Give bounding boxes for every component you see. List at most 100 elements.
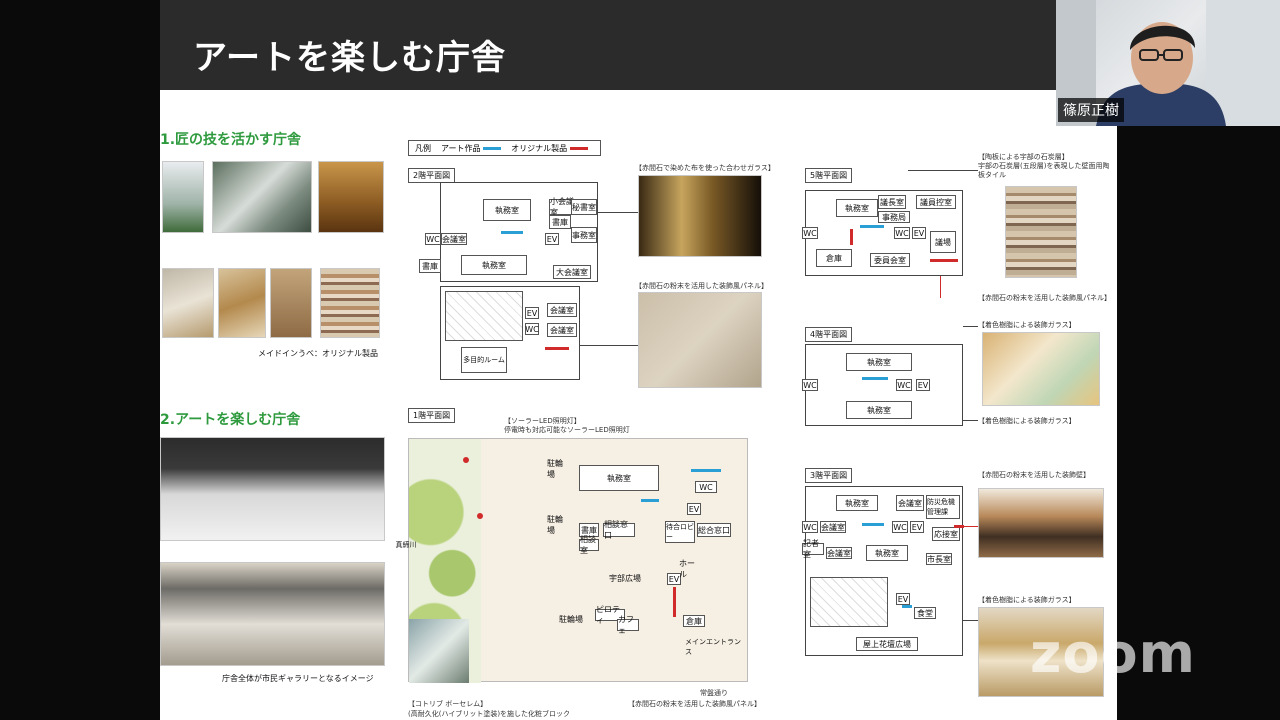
room: 執務室	[866, 545, 908, 561]
leader-line	[598, 212, 638, 213]
room: WC	[525, 323, 539, 335]
floor2-plan-lower: 会議室 EV WC 会議室 多目的ルーム	[440, 286, 580, 380]
room: 議員控室	[916, 195, 956, 209]
art-marker	[862, 523, 884, 526]
section1-heading: 1.匠の技を活かす庁舎	[160, 132, 302, 148]
floor1-note-panel: 【赤間石の粉末を活用した装飾風パネル】	[628, 700, 761, 708]
coal-layer-tile-photo	[1005, 186, 1077, 278]
room: 執務室	[461, 255, 527, 275]
room: EV	[910, 521, 924, 533]
leader-line	[580, 345, 638, 346]
slide-header: アートを楽しむ庁舎	[160, 0, 1117, 90]
room: 相談窓口	[603, 520, 635, 540]
floor2-note-panel: 【赤間石の粉末を活用した装飾風パネル】	[635, 282, 768, 290]
legend-blue-swatch	[483, 146, 502, 150]
laminated-glass-photo	[638, 175, 762, 257]
ceramic-photo	[270, 268, 312, 338]
room: WC	[425, 233, 441, 245]
room: 大会議室	[553, 265, 591, 279]
leader-line	[963, 326, 978, 327]
zoom-meeting-window: アートを楽しむ庁舎 1.匠の技を活かす庁舎 メイドインうべ：オリジナル製品 2.…	[0, 0, 1280, 720]
section2-caption: 庁舎全体が市民ギャラリーとなるイメージ	[222, 674, 374, 683]
room: 事務局	[878, 211, 910, 223]
floor4-plan: 執務室 WC WC EV 執務室	[802, 344, 963, 426]
room: 会議室	[826, 547, 852, 559]
room: 倉庫	[683, 615, 705, 627]
room: 会議室	[441, 233, 467, 245]
art-marker	[902, 605, 912, 608]
floor4-label: 4階平面図	[805, 327, 853, 342]
room: 会議室	[896, 495, 924, 511]
room: 事務室	[571, 227, 597, 243]
river-label: 真締川	[395, 541, 417, 549]
room: ホール	[679, 559, 695, 579]
room: 総合窓口	[697, 523, 731, 537]
floor1-note-block-desc: (高耐久化(ハイブリット塗装)を施した化粧ブロック	[408, 710, 571, 718]
room: EV	[916, 379, 930, 391]
floor1-note-block-title: 【コトリブ ボーセレム】	[408, 700, 488, 708]
room: 委員会室	[870, 253, 910, 267]
floor3-note-wall: 【赤間石の粉末を活用した装飾壁】	[978, 471, 1090, 479]
original-marker	[673, 587, 676, 617]
legend-red-swatch	[569, 146, 588, 150]
floor3-plan: 執務室 会議室 防災危機管理課 WC 会議室 WC EV 応接室 記者室 会議室…	[802, 486, 964, 656]
slide-title: アートを楽しむ庁舎	[193, 38, 506, 78]
participant-video-tile[interactable]: 篠原正樹	[1056, 0, 1280, 126]
room: WC	[892, 521, 908, 533]
room: 執務室	[836, 199, 878, 217]
room: 駐輪場	[547, 515, 563, 535]
stone-panel-photo	[162, 268, 214, 338]
art-marker	[501, 231, 523, 234]
room: 宇部広場	[609, 573, 641, 583]
room: 会議室	[547, 323, 577, 337]
room: WC	[695, 481, 717, 493]
room: 会議室	[547, 303, 577, 317]
leader-line	[963, 620, 978, 621]
decorative-wall-photo	[978, 488, 1104, 558]
room: EV	[545, 233, 559, 245]
zoom-logo-watermark: zoom	[1030, 622, 1196, 685]
void-area	[810, 577, 888, 627]
floor5-label: 5階平面図	[805, 168, 853, 183]
participant-name: 篠原正樹	[1058, 98, 1124, 122]
floor4-note-glass-a: 【着色樹脂による装飾ガラス】	[978, 321, 1076, 329]
art-marker	[641, 499, 659, 502]
floor5-note-tile-desc: 宇部の石炭層(五段層)を表現した壁面用陶板タイル	[978, 162, 1110, 179]
room: 待合ロビー	[665, 521, 695, 543]
room: 執務室	[836, 495, 878, 511]
original-marker	[850, 229, 853, 245]
coal-layer-tile-photo	[320, 268, 380, 338]
room: EV	[687, 503, 701, 515]
room: 議場	[930, 231, 956, 253]
river-photo	[409, 619, 469, 683]
room: WC	[896, 379, 912, 391]
room: WC	[802, 521, 818, 533]
section1-caption: メイドインうべ：オリジナル製品	[258, 349, 378, 358]
room: 議長室	[878, 195, 906, 209]
floor2-label: 2階平面図	[408, 168, 456, 183]
room: 書庫	[419, 259, 441, 273]
room: 執務室	[483, 199, 531, 221]
room: カフェ	[617, 615, 639, 635]
floor1-plan: 駐輪場 執務室 WC EV 駐輪場 書庫 相談窓口 待合ロビー 総合窓口 相談室…	[396, 438, 748, 683]
room: EV	[525, 307, 539, 319]
room: 執務室	[846, 401, 912, 419]
section2-heading: 2.アートを楽しむ庁舎	[160, 412, 301, 428]
floor5-plan: 執務室 議長室 議員控室 WC 事務局 WC EV 議場 倉庫 委員会室	[802, 190, 963, 276]
original-marker	[545, 347, 569, 350]
leader-line	[908, 170, 978, 171]
room: 書庫	[549, 215, 571, 229]
void-area	[445, 291, 523, 341]
colored-resin-glass-photo	[982, 332, 1100, 406]
room: EV	[896, 593, 910, 605]
legend-art: アート作品	[441, 143, 502, 154]
legend-label: 凡例	[415, 143, 431, 153]
floor4-note-glass-b: 【着色樹脂による装飾ガラス】	[978, 417, 1076, 425]
legend: 凡例 アート作品 オリジナル製品	[408, 140, 601, 156]
room: EV	[912, 227, 926, 239]
art-marker	[862, 377, 888, 380]
room: 多目的ルーム	[461, 347, 507, 373]
floor1-note-solar-desc: 停電時も対応可能なソーラーLED照明灯	[504, 426, 630, 434]
leader-line	[963, 420, 978, 421]
shared-slide: アートを楽しむ庁舎 1.匠の技を活かす庁舎 メイドインうべ：オリジナル製品 2.…	[160, 0, 1117, 720]
